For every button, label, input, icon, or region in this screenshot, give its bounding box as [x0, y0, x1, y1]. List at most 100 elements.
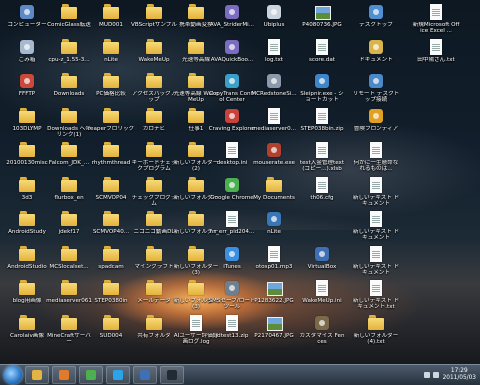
file-icon	[314, 38, 330, 55]
desktop-item-hs-err-pid204[interactable]: hs_err_pid204...	[208, 209, 256, 247]
desktop-item-rhythmthread[interactable]: rhythmthread	[87, 140, 135, 178]
desktop-item-sleipnir-exe[interactable]: Sleipnir.exe - ショートカット	[298, 71, 346, 109]
desktop-item-label: キーボードチェックプログラム	[131, 160, 177, 173]
desktop-item-mcslocalset[interactable]: MCSlocalset...	[45, 244, 93, 282]
desktop-item-downloads[interactable]: Downloads	[45, 71, 93, 109]
desktop-item-androidstudy[interactable]: AndroidStudy	[3, 209, 51, 247]
desktop-item-step038bin-zip[interactable]: STEP038bin.zip	[298, 106, 346, 144]
desktop-item-label: コンピューター	[7, 22, 47, 28]
desktop-item-ubiplus[interactable]: Ubiplus	[250, 2, 298, 40]
desktop-item-label: SCMVOP04	[95, 194, 127, 201]
desktop-item-blog[interactable]: blog用画像	[3, 278, 51, 316]
desktop-item-reaper[interactable]: reaperフロリック	[87, 106, 135, 144]
folder-icon	[188, 38, 204, 55]
desktop-item-scmvop04[interactable]: SCMVOP04	[87, 175, 135, 213]
start-button[interactable]	[4, 366, 22, 384]
desktop-item-step0380in[interactable]: STEP0380in	[87, 278, 135, 316]
desktop-item-103dlymp[interactable]: 103DLYMP	[3, 106, 51, 144]
desktop-item-carolaiv[interactable]: Carolaiv画像	[3, 313, 51, 351]
desktop-item-itunes[interactable]: iTunes	[208, 244, 256, 282]
desktop-item-scmvop40[interactable]: SCMVOP40...	[87, 209, 135, 247]
desktop-item-my-documents[interactable]: My Documents	[250, 175, 298, 213]
desktop-item-virtualbox[interactable]: VirtualBox	[298, 244, 346, 282]
desktop-item-pc[interactable]: PC価格比較	[87, 71, 135, 109]
desktop-item-item[interactable]: マイングラフト	[130, 244, 178, 282]
network-icon[interactable]	[423, 372, 430, 378]
desktop-item-sms[interactable]: SMSセーブ/ロードツール	[208, 278, 256, 316]
taskbar-chrome-button[interactable]	[79, 366, 103, 384]
desktop-item-nlite[interactable]: nLite	[250, 209, 298, 247]
desktop-item-p2170467-jpg[interactable]: P2170467.JPG	[250, 313, 298, 351]
desktop-item-item[interactable]: デスクトップ	[352, 2, 400, 40]
desktop-item-mud001[interactable]: MUD001	[87, 2, 135, 40]
desktop-item-item[interactable]: 新しいテキスト ドキュメント	[352, 175, 400, 213]
desktop-item-comicglass[interactable]: ComicGlass転送	[45, 2, 93, 40]
desktop-item-txt[interactable]: 新しいテキスト ドキュメント.txt	[352, 278, 400, 316]
desktop-item-item[interactable]: 新しいテキスト ドキュメント	[352, 209, 400, 247]
desktop-item-sud004[interactable]: SUD004	[87, 313, 135, 351]
folder-icon	[61, 38, 77, 55]
desktop-item-vbscript[interactable]: VBScriptサンプル	[130, 2, 178, 40]
desktop-item-copytrans-control-center[interactable]: CopyTrans Control Center	[208, 71, 256, 109]
app-icon	[19, 4, 35, 20]
desktop-item-mouserate-exe[interactable]: mouserate.exe	[250, 140, 298, 178]
desktop-item-google-chrome[interactable]: Google Chrome	[208, 175, 256, 213]
desktop-item-craving-explorer[interactable]: Craving Explorer	[208, 106, 256, 144]
desktop-item-item[interactable]: メールデータ	[130, 278, 178, 316]
desktop-item-wakemeup[interactable]: WakeMeUp	[130, 37, 178, 75]
desktop-item-th06-cfg[interactable]: th06.cfg	[298, 175, 346, 213]
desktop-item-microsoft-office-excel[interactable]: 新規Microsoft Office Excel ...	[412, 2, 460, 40]
desktop-item-p1283622-jpg[interactable]: P1283622.JPG	[250, 278, 298, 316]
taskbar-media-player-button[interactable]	[52, 366, 76, 384]
desktop-item-item[interactable]: 新しいテキスト ドキュメント	[352, 244, 400, 282]
desktop-item-jdekf17[interactable]: jdekf17	[45, 209, 93, 247]
system-tray: 17:29 2011/05/03	[421, 368, 476, 382]
desktop-item-otosp01-mp3[interactable]: otosp01.mp3	[250, 244, 298, 282]
desktop-item-score-dat[interactable]: score.dat	[298, 37, 346, 75]
desktop-item-item[interactable]: 何かに一生懸命なれるものは...	[352, 140, 400, 178]
desktop-item-item[interactable]: キーボードチェックプログラム	[130, 140, 178, 178]
desktop-item-wakemeup-ini[interactable]: WakeMeUp.ini	[298, 278, 346, 316]
taskbar-explorer-button[interactable]	[25, 366, 49, 384]
desktop-item-avaquickboo[interactable]: AVAQuickBoo...	[208, 37, 256, 75]
desktop-item-item[interactable]: カロナビ	[130, 106, 178, 144]
desktop-item-mediaserver061[interactable]: mediaserver061	[45, 278, 93, 316]
desktop-item-item[interactable]: ドキュメント	[352, 37, 400, 75]
desktop-item-ffftp[interactable]: FFFTP	[3, 71, 51, 109]
desktop-item-log-txt[interactable]: log.txt	[250, 37, 298, 75]
desktop-item-4-txt[interactable]: 新しいフォルダー(4).txt	[352, 313, 400, 351]
desktop-item-label: MCRedstoneSi...	[251, 91, 297, 97]
desktop-item-item[interactable]: アクセスバックアップ	[130, 71, 178, 109]
desktop-item-item[interactable]: リモート デスクトップ接続	[352, 71, 400, 109]
desktop-item-ava-stridermi[interactable]: AVA_StriderMi...	[208, 2, 256, 40]
desktop-item-fences[interactable]: カスタマイズ Fences	[298, 313, 346, 351]
desktop-item-item[interactable]: チェックプログラム	[130, 175, 178, 213]
desktop-item-item[interactable]: ごみ箱	[3, 37, 51, 75]
desktop-item-jdtest13-zip[interactable]: jdtest13.zip	[208, 313, 256, 351]
desktop-item-downloads-1[interactable]: Downloads へのリンク(1)	[45, 106, 93, 144]
desktop-item-dl[interactable]: ニコニコ動画DL	[130, 209, 178, 247]
taskbar-skype-button[interactable]	[106, 366, 130, 384]
desktop-item-flurbox-en[interactable]: flurbox_en	[45, 175, 93, 213]
desktop-item-androidstudio[interactable]: AndroidStudio	[3, 244, 51, 282]
desktop-item-item[interactable]: コンピューター	[3, 2, 51, 40]
desktop-item-falcom-jdk[interactable]: Falcom_JDK_...	[45, 140, 93, 178]
desktop-item-mcredstonesi[interactable]: MCRedstoneSi...	[250, 71, 298, 109]
desktop-item-spadcam[interactable]: spadcam	[87, 244, 135, 282]
desktop-item-txt[interactable]: 田中陽さん.txt	[412, 37, 460, 75]
desktop-item-item[interactable]: 共有フォルダ	[130, 313, 178, 351]
taskbar-virtualbox-button[interactable]	[133, 366, 157, 384]
desktop-item-cpu-z-1-55-3[interactable]: cpu-z_1.55-3...	[45, 37, 93, 75]
volume-icon[interactable]	[432, 372, 439, 378]
desktop-item-desktop-ini[interactable]: desktop.ini	[208, 140, 256, 178]
desktop-item-mediaserver0[interactable]: mediaserver0...	[250, 106, 298, 144]
desktop-item-test-text-xlsb[interactable]: test入金管理text(コピー...).xlsb	[298, 140, 346, 178]
desktop-item-p4080736-jpg[interactable]: P4080736.JPG	[298, 2, 346, 40]
desktop-item-3d3[interactable]: 3d3	[3, 175, 51, 213]
desktop-item-20100130misc[interactable]: 20100130misc	[3, 140, 51, 178]
desktop-item-minecraft[interactable]: MineCraftサーバー	[45, 313, 93, 351]
clock[interactable]: 17:29 2011/05/03	[443, 368, 476, 382]
desktop-item-nlite[interactable]: nLite	[87, 37, 135, 75]
taskbar-console-button[interactable]	[160, 366, 184, 384]
desktop-item-item[interactable]: 冒険フロンティア	[352, 106, 400, 144]
